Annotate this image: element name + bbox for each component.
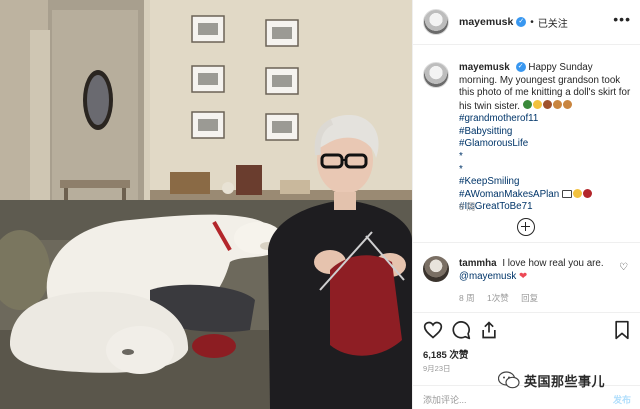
woman-emoji-icon: [562, 99, 572, 109]
caption-avatar[interactable]: [423, 62, 449, 88]
comment: tammha I love how real you are. @mayemus…: [459, 258, 619, 283]
hashtag-text: #AWomanMakesAPlan: [459, 188, 560, 200]
person-emoji-icon: [582, 188, 592, 198]
load-more-comments-icon[interactable]: [517, 218, 535, 236]
watermark-text: 英国那些事儿: [524, 373, 606, 389]
caption-age[interactable]: 8 周: [459, 200, 476, 213]
woman-emoji-icon: [552, 99, 562, 109]
like-heart-icon[interactable]: [423, 320, 443, 340]
red-heart-emoji-icon: ❤: [519, 270, 528, 282]
hashtag-link[interactable]: #Babysitting: [459, 126, 633, 139]
comment-like-heart-icon[interactable]: ♡: [619, 262, 628, 273]
hashtag-link[interactable]: #KeepSmiling: [459, 176, 633, 189]
hashtag-link[interactable]: #ItsGreatToBe71: [459, 201, 633, 214]
knitting-photo: [0, 0, 412, 409]
post-comment-button[interactable]: 发布: [613, 393, 631, 406]
wechat-logo-icon: [498, 371, 520, 389]
reply-button[interactable]: 回复: [521, 293, 538, 303]
divider: [413, 312, 640, 313]
comment-username[interactable]: tammha: [459, 258, 497, 269]
post-side-panel: mayemusk ✓ • 已关注 ••• mayemusk ✓ Happy Sun…: [412, 0, 640, 409]
header-username[interactable]: mayemusk: [459, 16, 513, 28]
yarn-emoji-icon: [522, 99, 532, 109]
action-bar: [423, 320, 633, 342]
likes-count[interactable]: 6,185 次赞: [423, 347, 468, 361]
family-emoji-icon: [542, 99, 552, 109]
caption-username[interactable]: mayemusk: [459, 62, 510, 73]
caption-star: *: [459, 151, 463, 163]
comment-text: I love how real you are.: [502, 258, 604, 269]
commenter-avatar[interactable]: [423, 256, 449, 282]
comment-input[interactable]: 添加评论...: [423, 393, 467, 406]
hashtag-link[interactable]: #AWomanMakesAPlan: [459, 188, 633, 202]
hashtag-link[interactable]: #grandmotherof11: [459, 113, 633, 126]
save-bookmark-icon[interactable]: [613, 320, 631, 340]
comment-likes[interactable]: 1次赞: [487, 293, 509, 303]
post-header: mayemusk ✓ • 已关注 •••: [413, 0, 640, 45]
hashtag-link[interactable]: #GlamorousLife: [459, 138, 633, 151]
comment-bubble-icon[interactable]: [451, 320, 471, 340]
verified-badge-icon: ✓: [515, 62, 526, 73]
comment-mention-link[interactable]: @mayemusk: [459, 271, 516, 282]
watermark: 英国那些事儿: [498, 370, 605, 390]
more-options-icon[interactable]: •••: [613, 12, 631, 26]
smile-emoji-icon: [532, 99, 542, 109]
comment-meta: 8 周 1次赞 回复: [459, 292, 548, 304]
comment-age[interactable]: 8 周: [459, 293, 475, 303]
header-avatar[interactable]: [423, 9, 449, 35]
header-separator: •: [530, 16, 534, 28]
caption-emoji-row: [522, 99, 573, 113]
muscle-emoji-icon: [572, 188, 582, 198]
caption: mayemusk ✓ Happy Sunday morning. My young…: [459, 62, 633, 214]
caption-star: *: [459, 163, 463, 175]
share-upload-icon[interactable]: [479, 320, 499, 340]
post-date[interactable]: 9月23日: [423, 363, 451, 374]
post-photo[interactable]: [0, 0, 412, 409]
verified-badge-icon: ✓: [516, 17, 527, 27]
laptop-emoji-icon: [561, 189, 572, 198]
following-button[interactable]: 已关注: [538, 15, 568, 30]
divider: [413, 242, 640, 243]
